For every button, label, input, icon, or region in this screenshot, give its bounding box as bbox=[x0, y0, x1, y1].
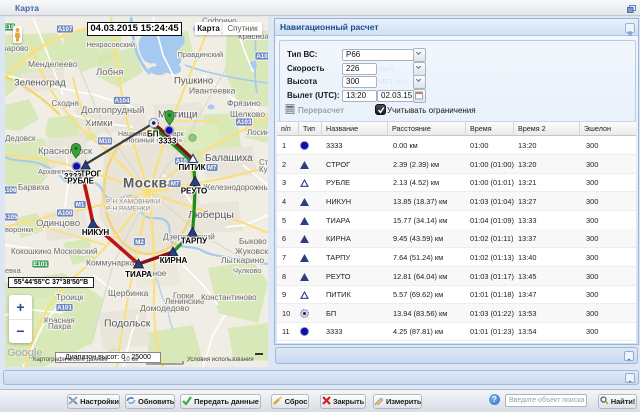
svg-text:Менделеево: Менделеево bbox=[28, 59, 78, 69]
svg-text:Быково: Быково bbox=[239, 237, 267, 246]
svg-text:Коммунарка: Коммунарка bbox=[86, 258, 135, 268]
svg-text:КИРНА: КИРНА bbox=[160, 256, 188, 265]
svg-text:Красногорск: Красногорск bbox=[38, 146, 93, 157]
svg-text:Москва: Москва bbox=[123, 176, 175, 191]
svg-text:Зеленоград: Зеленоград bbox=[14, 78, 66, 89]
svg-text:БП: БП bbox=[147, 130, 159, 139]
svg-text:М2: М2 bbox=[135, 239, 144, 246]
svg-text:Троицк: Троицк bbox=[56, 292, 84, 302]
svg-text:А105: А105 bbox=[5, 214, 18, 221]
svg-text:Р-Н РАМЕНКИ: Р-Н РАМЕНКИ bbox=[106, 206, 150, 213]
svg-text:Мытищи: Мытищи bbox=[158, 110, 198, 121]
svg-text:Р-Н ХАМОВНИКИ: Р-Н ХАМОВНИКИ bbox=[106, 199, 161, 206]
svg-text:А104: А104 bbox=[115, 98, 130, 105]
svg-text:Железнодорожный: Железнодорожный bbox=[203, 183, 268, 192]
svg-text:Правдинский: Правдинский bbox=[178, 50, 224, 59]
svg-text:Ивантеевка: Ивантеевка bbox=[189, 86, 236, 96]
svg-text:А103: А103 bbox=[237, 119, 252, 126]
svg-text:Лыткарино: Лыткарино bbox=[221, 255, 264, 265]
svg-text:Ку: Ку bbox=[259, 165, 268, 174]
svg-text:РЕУТО: РЕУТО bbox=[181, 187, 208, 196]
svg-text:М1: М1 bbox=[76, 202, 85, 209]
svg-text:ТАРПУ: ТАРПУ bbox=[181, 237, 208, 246]
svg-text:А106: А106 bbox=[5, 187, 17, 194]
svg-text:Е101: Е101 bbox=[33, 261, 48, 268]
svg-text:Подольск: Подольск bbox=[104, 318, 151, 330]
svg-text:Константиново: Константиново bbox=[201, 293, 257, 302]
svg-text:А100: А100 bbox=[58, 210, 73, 217]
svg-text:Дедовск: Дедовск bbox=[5, 134, 36, 143]
svg-text:Лобня: Лобня bbox=[96, 67, 123, 78]
svg-text:зарово: зарово bbox=[5, 44, 29, 53]
svg-text:А101: А101 bbox=[57, 305, 72, 312]
svg-text:Щелково: Щелково bbox=[230, 109, 265, 119]
svg-text:НИКУН: НИКУН bbox=[82, 228, 110, 237]
svg-text:евка: евка bbox=[5, 266, 22, 275]
svg-text:М7: М7 bbox=[171, 181, 180, 188]
svg-text:А107: А107 bbox=[58, 26, 73, 33]
svg-text:Некрасовский: Некрасовский bbox=[87, 40, 136, 49]
svg-text:ПИТИК: ПИТИК bbox=[178, 163, 205, 172]
svg-text:Барвиха: Барвиха bbox=[18, 183, 50, 192]
svg-text:Домодедово: Домодедово bbox=[140, 303, 190, 313]
svg-text:воронки: воронки bbox=[5, 225, 33, 234]
svg-text:ТИАРА: ТИАРА bbox=[125, 270, 152, 279]
svg-text:М7: М7 bbox=[208, 165, 217, 172]
svg-text:Сходня: Сходня bbox=[52, 99, 79, 108]
svg-text:Чулково: Чулково bbox=[233, 266, 262, 275]
svg-text:Балашиха: Балашиха bbox=[205, 153, 253, 164]
svg-text:Долгопрудный: Долгопрудный bbox=[81, 105, 144, 116]
svg-text:Пахра: Пахра bbox=[48, 322, 72, 331]
svg-text:Кокошкино Московский: Кокошкино Московский bbox=[11, 247, 97, 256]
svg-text:Щербинка: Щербинка bbox=[108, 288, 149, 298]
svg-text:Фрязино: Фрязино bbox=[227, 98, 261, 108]
svg-text:Лосин: Лосин bbox=[247, 128, 268, 137]
svg-text:Химки: Химки bbox=[85, 118, 113, 129]
svg-text:М10: М10 bbox=[99, 138, 112, 145]
svg-text:А10: А10 bbox=[256, 53, 268, 60]
svg-text:3333: 3333 bbox=[159, 137, 177, 146]
svg-text:Одинцово: Одинцово bbox=[36, 218, 80, 229]
svg-text:РУБЛЕ: РУБЛЕ bbox=[67, 177, 94, 186]
